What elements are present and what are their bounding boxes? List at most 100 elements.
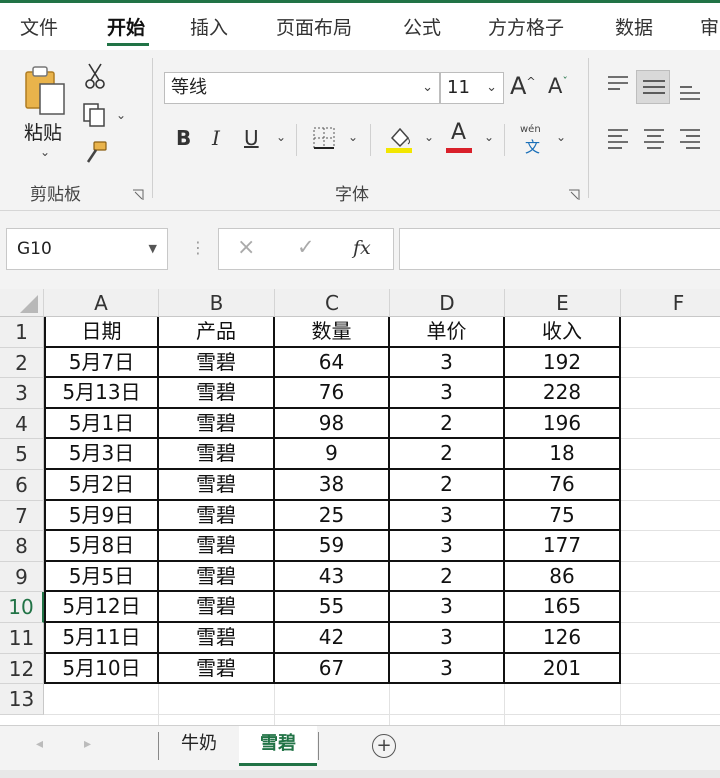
table-cell[interactable]: 228 <box>505 378 621 409</box>
table-cell[interactable]: 42 <box>275 623 390 654</box>
scroll-right-icon[interactable]: ▸ <box>84 736 91 752</box>
table-cell[interactable]: 5月3日 <box>44 439 159 470</box>
row-header-3[interactable]: 3 <box>0 378 44 409</box>
formula-input[interactable] <box>399 228 720 270</box>
bold-button[interactable]: B <box>176 128 191 148</box>
borders-icon[interactable] <box>312 126 336 150</box>
row-header-12[interactable]: 12 <box>0 653 44 685</box>
align-middle-button[interactable] <box>636 70 670 104</box>
align-bottom-icon[interactable] <box>678 80 702 102</box>
column-header-b[interactable]: B <box>159 289 275 317</box>
row-header-7[interactable]: 7 <box>0 500 44 532</box>
table-cell[interactable]: 2 <box>390 561 505 593</box>
underline-button[interactable]: U <box>244 128 259 148</box>
table-cell[interactable]: 3 <box>390 653 505 685</box>
row-header-9[interactable]: 9 <box>0 561 44 593</box>
add-sheet-button[interactable]: + <box>372 734 396 758</box>
table-header-cell[interactable]: 收入 <box>505 317 621 348</box>
tab-file[interactable]: 文件 <box>20 13 58 40</box>
table-cell[interactable]: 9 <box>275 439 390 470</box>
column-header-e[interactable]: E <box>505 289 621 317</box>
table-cell[interactable]: 76 <box>275 378 390 409</box>
tab-page-layout[interactable]: 页面布局 <box>276 13 352 40</box>
table-cell[interactable]: 2 <box>390 408 505 440</box>
table-cell[interactable]: 5月11日 <box>44 623 159 654</box>
grow-font-button[interactable]: A^ <box>510 74 536 98</box>
table-cell[interactable]: 55 <box>275 592 390 623</box>
table-cell[interactable]: 雪碧 <box>159 500 275 532</box>
column-header-d[interactable]: D <box>390 289 505 317</box>
table-cell[interactable]: 3 <box>390 347 505 379</box>
row-header-8[interactable]: 8 <box>0 531 44 562</box>
paste-dropdown-icon[interactable]: ⌄ <box>40 145 50 159</box>
fill-color-icon[interactable] <box>386 124 414 154</box>
tab-fangfang[interactable]: 方方格子 <box>488 13 564 40</box>
insert-function-icon[interactable]: fx <box>353 237 371 259</box>
table-cell[interactable]: 76 <box>505 470 621 501</box>
select-all-corner[interactable] <box>0 289 44 317</box>
formula-bar-grip-icon[interactable]: ⋮ <box>190 238 206 257</box>
font-launcher-icon[interactable] <box>568 186 580 200</box>
cut-icon[interactable] <box>84 62 106 89</box>
sheet-tab-sprite[interactable]: 雪碧 <box>239 726 317 766</box>
chevron-down-icon[interactable]: ⌄ <box>486 73 497 103</box>
table-cell[interactable]: 雪碧 <box>159 378 275 409</box>
scroll-left-icon[interactable]: ◂ <box>36 736 43 752</box>
table-cell[interactable]: 雪碧 <box>159 531 275 562</box>
table-cell[interactable]: 5月10日 <box>44 653 159 685</box>
table-cell[interactable]: 5月5日 <box>44 561 159 593</box>
table-cell[interactable]: 64 <box>275 347 390 379</box>
table-cell[interactable]: 67 <box>275 653 390 685</box>
shrink-font-button[interactable]: Aˇ <box>548 76 568 97</box>
table-cell[interactable]: 126 <box>505 623 621 654</box>
table-cell[interactable]: 25 <box>275 500 390 532</box>
name-box[interactable]: G10 ▼ <box>6 228 168 270</box>
tab-home[interactable]: 开始 <box>107 13 145 40</box>
font-name-combobox[interactable]: 等线 ⌄ <box>164 72 440 104</box>
table-cell[interactable]: 3 <box>390 500 505 532</box>
clipboard-launcher-icon[interactable] <box>132 186 144 200</box>
table-cell[interactable]: 雪碧 <box>159 653 275 685</box>
column-header-f[interactable]: F <box>621 289 720 317</box>
row-header-4[interactable]: 4 <box>0 408 44 440</box>
table-cell[interactable]: 3 <box>390 592 505 623</box>
row-header-2[interactable]: 2 <box>0 347 44 379</box>
table-header-cell[interactable]: 单价 <box>390 317 505 348</box>
align-left-icon[interactable] <box>606 126 630 150</box>
table-cell[interactable]: 5月1日 <box>44 408 159 440</box>
sheet-tab-milk[interactable]: 牛奶 <box>160 726 238 766</box>
paste-icon[interactable] <box>22 64 70 115</box>
table-cell[interactable]: 43 <box>275 561 390 593</box>
enter-icon[interactable]: ✓ <box>297 235 315 259</box>
column-header-a[interactable]: A <box>44 289 159 317</box>
table-cell[interactable]: 2 <box>390 439 505 470</box>
table-cell[interactable]: 5月7日 <box>44 347 159 379</box>
italic-button[interactable]: I <box>212 128 220 148</box>
table-cell[interactable]: 5月8日 <box>44 531 159 562</box>
row-header-1[interactable]: 1 <box>0 317 44 348</box>
tab-formulas[interactable]: 公式 <box>403 13 441 40</box>
worksheet-grid[interactable]: A B C D E F 1 2 3 4 5 6 7 8 9 10 11 12 13 日期 产品 数量 单价 收入 5月7日 雪碧 6… <box>0 289 720 725</box>
table-cell[interactable]: 雪碧 <box>159 623 275 654</box>
table-cell[interactable]: 2 <box>390 470 505 501</box>
table-cell[interactable]: 201 <box>505 653 621 685</box>
table-cell[interactable]: 86 <box>505 561 621 593</box>
table-cell[interactable]: 5月12日 <box>44 592 159 623</box>
table-cell[interactable]: 5月2日 <box>44 470 159 501</box>
row-header-11[interactable]: 11 <box>0 623 44 654</box>
chevron-down-icon[interactable]: ⌄ <box>422 73 433 103</box>
copy-icon[interactable] <box>82 102 108 128</box>
font-color-dropdown-icon[interactable]: ⌄ <box>484 130 494 144</box>
table-cell[interactable]: 5月9日 <box>44 500 159 532</box>
format-painter-icon[interactable] <box>82 140 108 166</box>
font-color-button[interactable]: A <box>446 120 474 154</box>
row-header-5[interactable]: 5 <box>0 439 44 470</box>
row-header-13[interactable]: 13 <box>0 684 44 715</box>
table-cell[interactable]: 雪碧 <box>159 408 275 440</box>
underline-dropdown-icon[interactable]: ⌄ <box>276 130 286 144</box>
table-cell[interactable]: 5月13日 <box>44 378 159 409</box>
align-center-icon[interactable] <box>642 126 666 150</box>
font-size-combobox[interactable]: 11 ⌄ <box>440 72 504 104</box>
copy-dropdown-icon[interactable]: ⌄ <box>116 108 126 122</box>
table-header-cell[interactable]: 产品 <box>159 317 275 348</box>
